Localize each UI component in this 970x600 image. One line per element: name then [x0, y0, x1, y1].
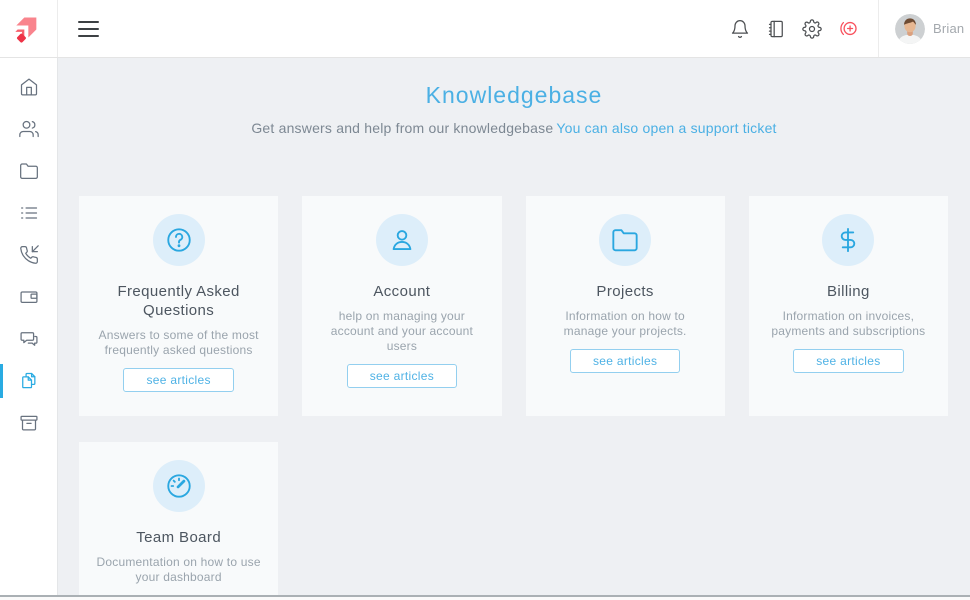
folder-icon [19, 161, 39, 181]
app-window: Brian [0, 0, 970, 600]
knowledgebase-card: Billing Information on invoices, payment… [749, 196, 948, 416]
gauge-icon [165, 472, 193, 500]
sidebar [0, 58, 58, 595]
knowledgebase-card: Frequently Asked Questions Answers to so… [79, 196, 278, 416]
knowledgebase-card: Team Board Documentation on how to use y… [79, 442, 278, 595]
card-description: Documentation on how to use your dashboa… [95, 555, 262, 585]
sidebar-item[interactable] [0, 150, 57, 192]
sidebar-item[interactable] [0, 66, 57, 108]
home-icon [19, 77, 39, 97]
dollar-icon [834, 226, 862, 254]
list-icon [19, 203, 39, 223]
quick-add-icon[interactable] [838, 18, 859, 39]
card-title: Team Board [136, 528, 221, 547]
sidebar-item[interactable] [0, 402, 57, 444]
knowledgebase-cards: Frequently Asked Questions Answers to so… [58, 136, 970, 595]
page-subtitle: Get answers and help from our knowledgeb… [58, 120, 970, 136]
avatar [895, 14, 925, 44]
bell-icon[interactable] [730, 19, 750, 39]
see-articles-button[interactable]: see articles [570, 349, 680, 373]
window-bottom-edge [0, 595, 970, 600]
sidebar-item[interactable] [0, 318, 57, 360]
card-description: help on managing your account and your a… [318, 309, 485, 354]
users-icon [19, 119, 39, 139]
phone-incoming-icon [19, 245, 39, 265]
subtitle-text: Get answers and help from our knowledgeb… [251, 120, 553, 136]
folder-icon [611, 226, 639, 254]
card-title: Frequently Asked Questions [95, 282, 262, 320]
chat-icon [19, 329, 39, 349]
sidebar-item[interactable] [0, 360, 57, 402]
body: Knowledgebase Get answers and help from … [0, 58, 970, 595]
sidebar-item[interactable] [0, 276, 57, 318]
card-icon-circle [153, 460, 205, 512]
username-label: Brian [933, 21, 964, 36]
brand-logo-icon [12, 12, 46, 46]
page-title: Knowledgebase [58, 82, 970, 109]
card-icon-circle [376, 214, 428, 266]
question-icon [165, 226, 193, 254]
see-articles-button[interactable]: see articles [793, 349, 903, 373]
see-articles-button[interactable]: see articles [347, 364, 457, 388]
topbar: Brian [0, 0, 970, 58]
knowledgebase-card: Account help on managing your account an… [302, 196, 501, 416]
address-book-icon[interactable] [766, 19, 786, 39]
support-ticket-link[interactable]: You can also open a support ticket [556, 120, 776, 136]
card-icon-circle [822, 214, 874, 266]
main-content: Knowledgebase Get answers and help from … [58, 58, 970, 595]
card-icon-circle [599, 214, 651, 266]
hamburger-menu-icon[interactable] [68, 8, 110, 50]
card-title: Account [373, 282, 430, 301]
card-title: Billing [827, 282, 870, 301]
sidebar-item[interactable] [0, 108, 57, 150]
documents-icon [19, 371, 39, 391]
card-description: Information on invoices, payments and su… [765, 309, 932, 339]
knowledgebase-card: Projects Information on how to manage yo… [526, 196, 725, 416]
archive-icon [19, 413, 39, 433]
brand-logo[interactable] [0, 0, 58, 57]
card-icon-circle [153, 214, 205, 266]
topbar-right: Brian [730, 0, 970, 57]
wallet-icon [19, 287, 39, 307]
user-icon [388, 226, 416, 254]
card-title: Projects [596, 282, 653, 301]
topbar-icons [730, 18, 878, 39]
sidebar-item[interactable] [0, 192, 57, 234]
card-description: Answers to some of the most frequently a… [95, 328, 262, 358]
user-menu[interactable]: Brian [878, 0, 970, 57]
gear-icon[interactable] [802, 19, 822, 39]
sidebar-item[interactable] [0, 234, 57, 276]
card-description: Information on how to manage your projec… [542, 309, 709, 339]
see-articles-button[interactable]: see articles [123, 368, 233, 392]
